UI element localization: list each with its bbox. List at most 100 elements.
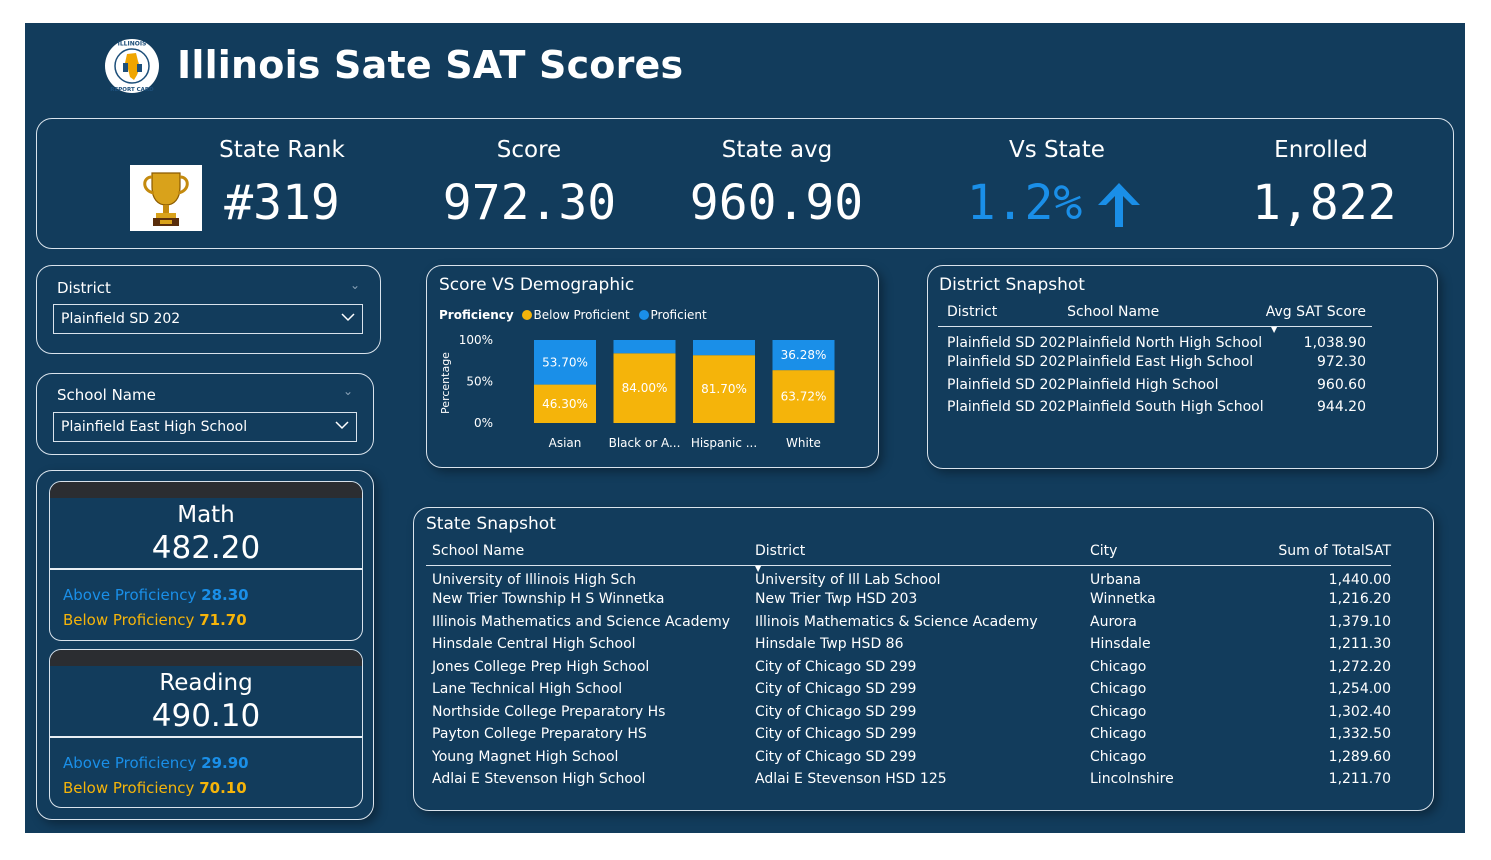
table-row[interactable]: Payton College Preparatory HS City of Chi…: [426, 723, 1391, 746]
bar-data-label: 63.72%: [781, 390, 827, 404]
table-cell: 1,211.30: [1328, 636, 1391, 653]
table-cell: Winnetka: [1090, 591, 1156, 608]
col-city[interactable]: City: [1090, 543, 1240, 566]
district-dropdown[interactable]: Plainfield SD 202: [53, 304, 363, 334]
reading-score: 490.10: [151, 698, 261, 734]
table-row[interactable]: University of Illinois High Sch Universit…: [426, 566, 1391, 588]
y-tick-label: 0%: [474, 416, 493, 430]
subject-scores-panel: Math 482.20 Above Proficiency 28.30 Belo…: [36, 470, 374, 820]
district-slicer: District ⌄ Plainfield SD 202: [36, 265, 381, 354]
table-row[interactable]: Northside College Preparatory Hs City of …: [426, 701, 1391, 724]
table-cell: Chicago: [1090, 726, 1147, 743]
table-cell: Plainfield SD 202: [947, 399, 1067, 416]
table-row[interactable]: Lane Technical High School City of Chicag…: [426, 678, 1391, 701]
table-cell: 1,289.60: [1328, 748, 1391, 765]
table-row[interactable]: Jones College Prep High School City of Ch…: [426, 656, 1391, 679]
table-cell: City of Chicago SD 299: [755, 658, 917, 675]
school-dropdown[interactable]: Plainfield East High School: [53, 412, 357, 442]
table-cell: Adlai E Stevenson HSD 125: [755, 771, 947, 788]
x-category-label: White: [786, 436, 821, 450]
table-cell: Plainfield South High School: [1067, 399, 1264, 416]
table-cell: 944.20: [1317, 399, 1366, 416]
math-card: Math 482.20 Above Proficiency 28.30 Belo…: [49, 481, 363, 641]
col-avg-sat-score[interactable]: Avg SAT Score ▼: [1265, 304, 1372, 334]
district-selected-value: Plainfield SD 202: [61, 311, 181, 327]
logo-text-bottom: REPORT CARD: [110, 87, 154, 93]
math-below-proficiency: Below Proficiency 71.70: [63, 611, 247, 629]
x-category-label: Black or A...: [609, 436, 681, 450]
logo-text-top: ILLINOIS: [118, 41, 147, 48]
school-slicer: School Name ⌄ Plainfield East High Schoo…: [36, 373, 374, 455]
chart-title: Score VS Demographic: [439, 275, 635, 295]
dashboard-canvas: ILLINOIS REPORT CARD Illinois Sate SAT S…: [25, 23, 1465, 833]
reading-title: Reading: [159, 670, 253, 696]
table-cell: City of Chicago SD 299: [755, 703, 917, 720]
bar-proficient[interactable]: [613, 340, 676, 354]
illinois-report-card-logo: ILLINOIS REPORT CARD: [105, 39, 159, 93]
math-above-proficiency: Above Proficiency 28.30: [63, 586, 249, 604]
chart-legend: Proficiency Below Proficient Proficient: [439, 308, 707, 322]
trophy-icon: [130, 165, 202, 231]
reading-above-proficiency: Above Proficiency 29.90: [63, 754, 249, 772]
table-cell: 1,038.90: [1303, 335, 1366, 351]
table-row[interactable]: Plainfield SD 202 Plainfield High School 9…: [938, 374, 1372, 397]
table-cell: Chicago: [1090, 703, 1147, 720]
table-row[interactable]: Plainfield SD 202 Plainfield South High S…: [938, 396, 1372, 419]
col-sum-totalsat[interactable]: Sum of TotalSAT: [1240, 543, 1391, 566]
table-cell: Adlai E Stevenson High School: [432, 771, 646, 788]
table-row[interactable]: New Trier Township H S Winnetka New Trier…: [426, 588, 1391, 611]
sort-descending-icon: ▼: [755, 564, 762, 573]
col-district[interactable]: District: [938, 304, 1068, 327]
table-cell: New Trier Twp HSD 203: [755, 591, 918, 608]
kpi-state-rank-value: #319: [224, 175, 340, 231]
chevron-down-icon: [335, 421, 349, 430]
kpi-state-avg-label: State avg: [721, 137, 833, 163]
kpi-enrolled-value: 1,822: [1252, 175, 1397, 231]
chevron-down-icon[interactable]: ⌄: [343, 384, 353, 398]
table-cell: Lane Technical High School: [432, 681, 623, 698]
col-district[interactable]: District ▼: [755, 543, 1090, 573]
table-cell: Plainfield North High School: [1067, 335, 1263, 351]
district-snapshot-table: District Snapshot District School Name A…: [927, 265, 1438, 469]
school-slicer-title: School Name: [57, 386, 156, 404]
kpi-score-value: 972.30: [442, 175, 617, 231]
table-cell: Payton College Preparatory HS: [432, 726, 647, 743]
reading-below-proficiency: Below Proficiency 70.10: [63, 779, 247, 797]
table-cell: Young Magnet High School: [432, 748, 619, 765]
bar-proficient[interactable]: [693, 340, 755, 356]
table-cell: Northside College Preparatory Hs: [432, 703, 666, 720]
col-school-name[interactable]: School Name: [426, 543, 755, 566]
district-slicer-title: District: [57, 279, 111, 297]
table-row[interactable]: Adlai E Stevenson High School Adlai E Ste…: [426, 768, 1391, 791]
legend-dot-proficient: [638, 310, 649, 320]
kpi-state-rank-label: State Rank: [219, 137, 345, 163]
table-cell: Aurora: [1090, 613, 1137, 630]
bar-data-label: 46.30%: [542, 397, 588, 411]
y-tick-label: 100%: [459, 333, 493, 347]
table-cell: Urbana: [1090, 572, 1141, 588]
district-table: District School Name Avg SAT Score ▼ Pla…: [938, 304, 1372, 419]
math-title: Math: [177, 502, 235, 528]
score-vs-demographic-chart: Score VS Demographic Proficiency Below P…: [426, 265, 879, 468]
y-axis-title: Percentage: [439, 352, 452, 414]
state-table: School Name District ▼ City Sum of Total…: [426, 543, 1391, 791]
bar-data-label: 36.28%: [781, 348, 827, 362]
table-row[interactable]: Plainfield SD 202 Plainfield North High S…: [938, 327, 1372, 351]
arrow-up-icon: [1098, 183, 1140, 227]
kpi-enrolled-label: Enrolled: [1274, 137, 1368, 163]
table-cell: City of Chicago SD 299: [755, 681, 917, 698]
table-cell: 972.30: [1317, 354, 1366, 371]
col-school-name[interactable]: School Name: [1067, 304, 1266, 327]
state-snapshot-title: State Snapshot: [426, 514, 556, 534]
table-row[interactable]: Plainfield SD 202 Plainfield East High Sc…: [938, 351, 1372, 374]
table-cell: Jones College Prep High School: [432, 658, 650, 675]
chevron-down-icon[interactable]: ⌄: [350, 278, 360, 292]
table-row[interactable]: Illinois Mathematics and Science Academy…: [426, 611, 1391, 634]
kpi-strip: State Rank #319 Score 972.30 State avg 9…: [36, 118, 1454, 249]
stacked-bar-plot: Percentage 100% 50% 0% 46.30% 53.70% Asian 84.0…: [439, 333, 835, 450]
table-cell: Plainfield SD 202: [947, 376, 1067, 393]
table-row[interactable]: Young Magnet High School City of Chicago …: [426, 746, 1391, 769]
table-row[interactable]: Hinsdale Central High School Hinsdale Twp…: [426, 633, 1391, 656]
legend-proficient-label: Proficient: [650, 308, 707, 322]
table-cell: Hinsdale Twp HSD 86: [755, 636, 904, 653]
